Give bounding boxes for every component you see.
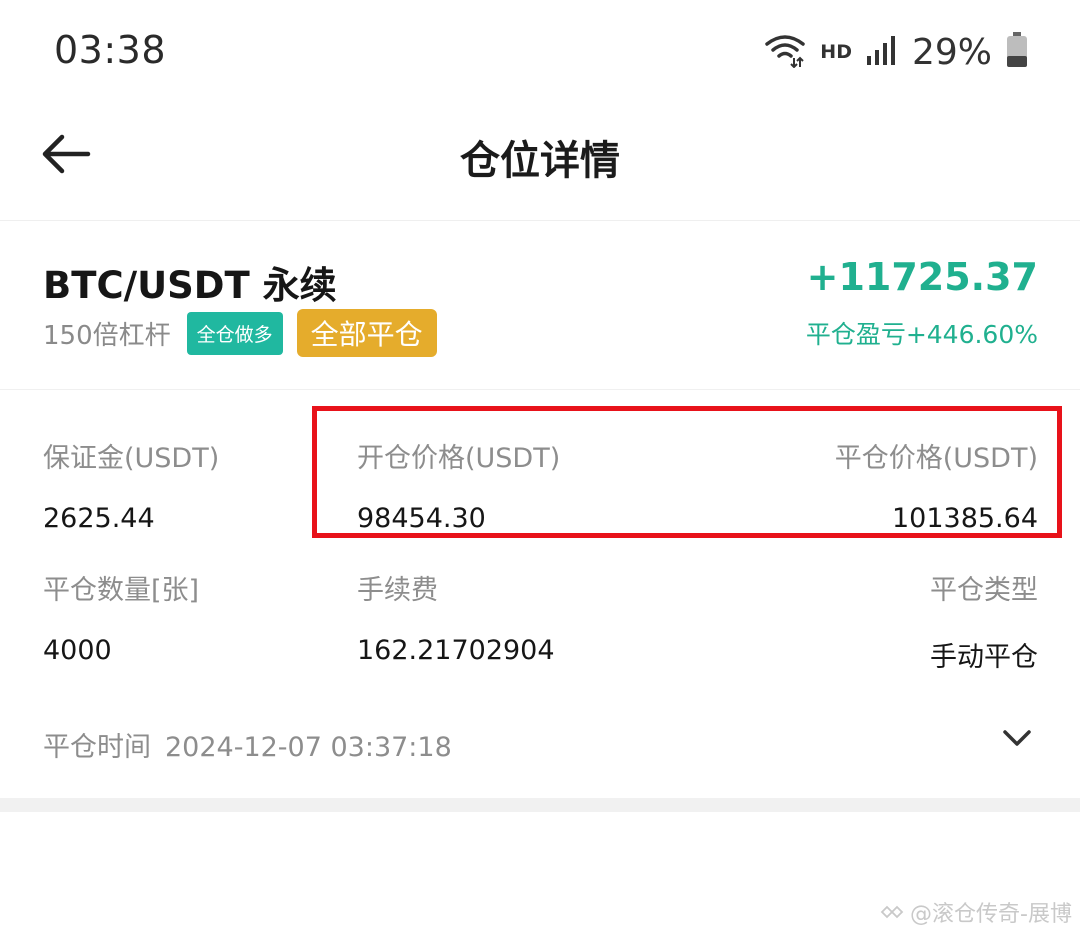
margin-mode-badge: 全仓做多: [186, 311, 283, 355]
close-price-label: 平仓价格(USDT): [834, 443, 1038, 474]
chevron-down-icon: [1003, 730, 1031, 746]
close-qty-field: 平仓数量[张] 4000: [43, 568, 199, 666]
signal-icon: [866, 34, 898, 70]
close-price-field: 平仓价格(USDT) 101385.64: [835, 436, 1038, 534]
position-detail-screen: 03:38 HD 29% 仓位详情 BTC/USDT 永续 150倍杠杆 全仓做…: [0, 0, 1080, 932]
fee-label: 手续费: [357, 575, 438, 606]
margin-field: 保证金(USDT) 2625.44: [43, 436, 219, 534]
watermark-text: @滚仓传奇-展博: [910, 902, 1072, 927]
battery-icon: [1006, 32, 1028, 72]
margin-label: 保证金(USDT): [43, 443, 220, 474]
close-type-field: 平仓类型 手动平仓: [930, 568, 1038, 674]
fee-field: 手续费 162.21702904: [357, 568, 555, 666]
page-title: 仓位详情: [460, 138, 620, 184]
network-type: HD: [820, 41, 852, 63]
close-qty-value: 4000: [43, 635, 112, 666]
position-tags: 150倍杠杆 全仓做多 全部平仓: [43, 309, 437, 357]
close-qty-label: 平仓数量[张]: [43, 575, 200, 606]
close-price-value: 101385.64: [891, 503, 1038, 534]
contract-symbol: BTC/USDT 永续: [43, 264, 337, 307]
status-icons: HD 29%: [764, 30, 1028, 74]
pnl-value: +11725.37: [806, 255, 1038, 299]
watermark: @滚仓传奇-展博: [880, 896, 1072, 928]
watermark-logo-icon: [880, 905, 904, 919]
close-time-value: 2024-12-07 03:37:18: [165, 732, 452, 763]
close-status-badge: 全部平仓: [296, 309, 437, 357]
margin-value: 2625.44: [43, 503, 155, 534]
leverage-label: 150倍杠杆: [43, 320, 171, 351]
open-price-label: 开仓价格(USDT): [357, 443, 561, 474]
pnl-ratio: 平仓盈亏+446.60%: [805, 320, 1038, 349]
open-price-field: 开仓价格(USDT) 98454.30: [357, 436, 560, 534]
battery-level: 29%: [911, 31, 992, 73]
fee-value: 162.21702904: [357, 635, 555, 666]
close-time-label: 平仓时间: [43, 732, 151, 763]
expand-details-button[interactable]: [1002, 726, 1032, 750]
open-price-value: 98454.30: [357, 503, 486, 534]
close-type-label: 平仓类型: [930, 575, 1038, 606]
close-type-value: 手动平仓: [930, 642, 1038, 673]
position-summary: BTC/USDT 永续 150倍杠杆 全仓做多 全部平仓 +11725.37 平…: [0, 221, 1080, 390]
app-header: 仓位详情: [0, 100, 1080, 221]
status-bar: 03:38 HD 29%: [0, 0, 1080, 100]
section-divider: [0, 798, 1080, 812]
wifi-icon: [764, 32, 806, 72]
position-details: 保证金(USDT) 2625.44 开仓价格(USDT) 98454.30 平仓…: [0, 390, 1080, 798]
status-time: 03:38: [54, 28, 167, 72]
close-time-row: 平仓时间 2024-12-07 03:37:18: [43, 725, 452, 764]
